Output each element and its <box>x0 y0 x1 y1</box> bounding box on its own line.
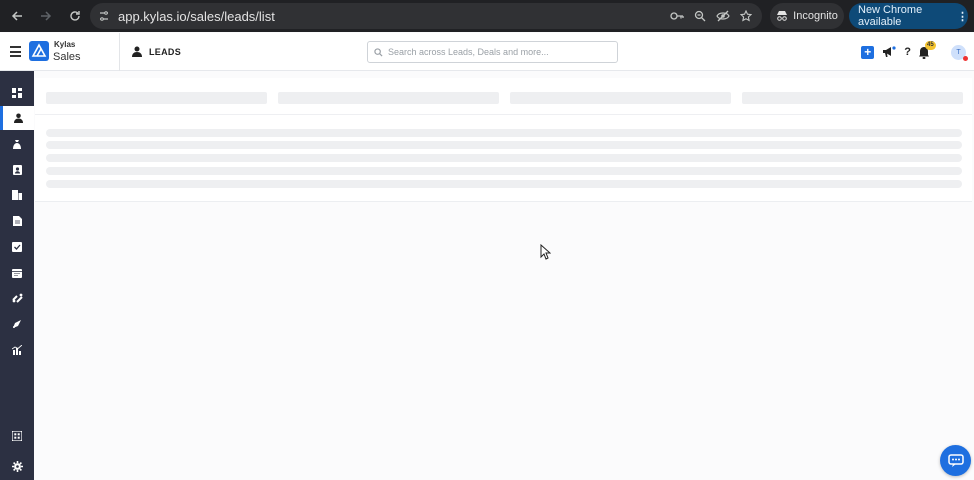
back-button[interactable] <box>4 3 30 29</box>
address-bar[interactable]: app.kylas.io/sales/leads/list <box>90 3 762 29</box>
user-initial: T <box>956 48 961 56</box>
sidebar-item-workflows[interactable] <box>0 286 34 310</box>
deals-icon <box>13 140 21 149</box>
incognito-indicator[interactable]: Incognito <box>770 3 844 29</box>
help-icon[interactable]: ? <box>904 46 911 58</box>
incognito-icon <box>777 11 788 21</box>
sidebar-item-dashboard[interactable] <box>0 81 34 105</box>
page-title: LEADS <box>149 47 182 57</box>
header-divider <box>119 33 120 71</box>
leads-icon <box>14 113 23 123</box>
chat-icon <box>947 453 964 467</box>
sidebar-item-reports[interactable] <box>0 338 34 362</box>
update-label: New Chrome available <box>858 4 923 28</box>
forward-button[interactable] <box>33 3 59 29</box>
menu-icon[interactable] <box>10 46 21 60</box>
arrow-left-icon <box>11 11 22 21</box>
documents-icon <box>12 216 22 226</box>
notifications-button[interactable]: 45 <box>919 41 937 60</box>
chrome-update-button[interactable]: New Chrome available ⋮ <box>849 3 968 29</box>
site-info-icon[interactable] <box>90 10 118 22</box>
status-dot <box>963 55 968 61</box>
sidebar-item-apps[interactable] <box>0 424 34 448</box>
reload-button[interactable] <box>62 3 88 29</box>
url-text: app.kylas.io/sales/leads/list <box>118 8 275 24</box>
contacts-icon <box>12 165 22 175</box>
sidebar-item-contacts[interactable] <box>0 158 34 182</box>
workflow-icon <box>11 293 23 303</box>
settings-icon <box>11 460 23 472</box>
skeleton-row <box>46 129 962 137</box>
sidebar-item-deals[interactable] <box>0 132 34 156</box>
skeleton-row <box>46 180 962 188</box>
calendar-icon <box>12 269 22 278</box>
incognito-label: Incognito <box>793 10 838 22</box>
reload-icon <box>70 11 80 21</box>
quick-add-button[interactable]: + <box>861 45 875 59</box>
password-key-icon[interactable] <box>670 10 684 22</box>
bookmark-star-icon[interactable] <box>740 10 752 22</box>
tasks-icon <box>12 242 22 252</box>
skeleton-row <box>46 167 962 175</box>
skeleton-filter-bar <box>510 92 731 104</box>
kylas-logo[interactable] <box>29 41 49 61</box>
skeleton-filter-bar <box>742 92 963 104</box>
sidebar-item-leads[interactable] <box>0 106 34 130</box>
person-icon <box>132 46 142 57</box>
browser-toolbar: app.kylas.io/sales/leads/list Incognito … <box>0 0 974 32</box>
skeleton-divider <box>35 114 972 115</box>
skeleton-filter-bar <box>46 92 267 104</box>
sidebar-item-marketing[interactable] <box>0 312 34 336</box>
sidebar-item-calendar[interactable] <box>0 261 34 285</box>
search-input[interactable] <box>388 47 608 57</box>
user-avatar[interactable]: T <box>951 44 968 61</box>
sidebar-item-tasks[interactable] <box>0 235 34 259</box>
brand-name: Kylas <box>54 40 76 49</box>
skeleton-row <box>46 141 962 149</box>
skeleton-row <box>46 154 962 162</box>
brand-product: Sales <box>53 51 81 63</box>
dashboard-icon <box>12 88 22 98</box>
sidebar-nav <box>0 71 34 480</box>
tracking-off-icon[interactable] <box>716 10 730 22</box>
announcement-icon[interactable] <box>882 46 896 58</box>
chat-support-button[interactable] <box>940 445 971 476</box>
skeleton-filter-bar <box>278 92 499 104</box>
notification-count-badge: 45 <box>925 41 936 50</box>
apps-icon <box>12 431 22 441</box>
sidebar-item-companies[interactable] <box>0 183 34 207</box>
leads-list-skeleton <box>35 78 972 202</box>
more-vert-icon: ⋮ <box>957 10 968 23</box>
reports-icon <box>12 345 22 355</box>
companies-icon <box>12 190 22 200</box>
sidebar-item-settings[interactable] <box>0 454 34 478</box>
global-search[interactable] <box>367 41 618 63</box>
app-header: Kylas Sales LEADS + ? 45 T <box>0 33 974 71</box>
marketing-icon <box>13 320 21 328</box>
leads-list-content <box>35 78 974 480</box>
mouse-cursor-icon <box>540 244 551 260</box>
search-icon <box>374 47 383 57</box>
zoom-icon[interactable] <box>694 10 706 22</box>
arrow-right-icon <box>41 11 52 21</box>
sidebar-item-documents[interactable] <box>0 209 34 233</box>
